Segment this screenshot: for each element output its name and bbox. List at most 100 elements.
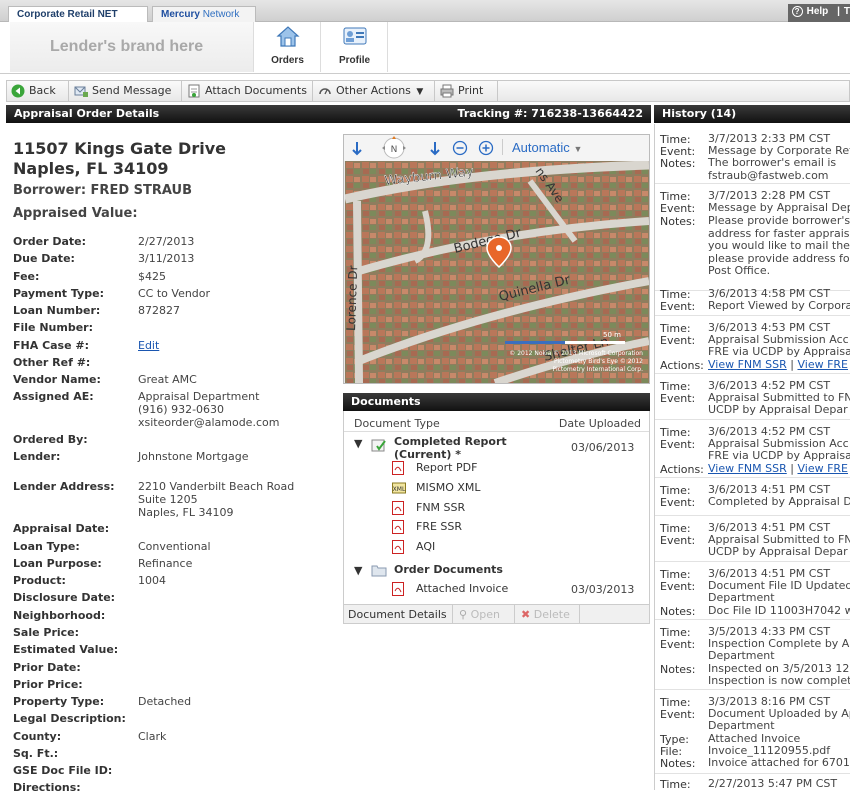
tracking-number: Tracking #: 716238-13664422 [457,107,643,120]
pdf-icon [392,582,404,596]
field-label: Loan Number: [13,304,101,317]
svg-text:N: N [391,145,398,155]
help-extra[interactable]: T [844,6,850,17]
collapse-toggle-icon[interactable]: ▼ [354,437,362,450]
zoom-out-icon[interactable] [452,140,468,156]
map-mode-dropdown[interactable]: Automatic ▼ [512,140,582,155]
open-button[interactable]: ⚲ Open [452,605,512,623]
field-label: Property Type: [13,695,105,708]
nav-orders-button[interactable]: Orders [255,22,321,72]
brand-area: Lender's brand here [10,22,254,72]
field-label: Other Ref #: [13,356,91,369]
folder-icon [371,565,387,577]
action-toolbar: Back Send Message Attach Documents Other… [6,80,850,102]
column-date-uploaded[interactable]: Date Uploaded [559,417,641,430]
zoom-in-icon[interactable] [478,140,494,156]
history-entry: Time: 3/6/2013 4:52 PM CST Event: Appraisa… [655,422,850,478]
history-label: Notes: [660,605,696,618]
doc-item-fre-ssr[interactable]: FRE SSR [392,520,463,534]
appraisal-order-details-header: Appraisal Order Details Tracking #: 7162… [6,105,651,123]
document-details-tab[interactable]: Document Details [348,608,447,621]
rotate-left-icon[interactable] [350,140,364,156]
documents-column-headers: Document Type Date Uploaded [344,414,649,432]
history-label: Event: [660,334,696,347]
nav-profile-button[interactable]: Profile [322,22,388,72]
attach-documents-button[interactable]: Attach Documents [183,81,313,101]
view-fre-link[interactable]: View FRE [797,358,848,371]
field-value: CC to Vendor [138,287,211,300]
completed-report-folder-icon [371,439,386,452]
back-button[interactable]: Back [7,81,69,101]
history-notes: Inspection is now complet [708,674,850,687]
help-link[interactable]: ? Help | T [788,6,850,17]
aerial-map-view[interactable]: Wayburn Way ns Ave Lorence Dr Bodega Dr … [345,161,649,383]
history-event: Message by Appraisal Dep [708,201,850,214]
rotate-right-icon[interactable] [428,140,442,156]
history-event: UCDP by Appraisal Depar [708,545,848,558]
print-button[interactable]: Print [436,81,498,101]
compass-icon[interactable]: N [374,136,414,160]
field-value: Refinance [138,557,193,570]
history-event: FRE via UCDP by Appraisa [708,449,850,462]
map-credits-line-2: Pictometry Bird's Eye © 2012 [554,358,643,365]
history-panel: Time: 3/7/2013 2:33 PM CST Event: Message … [654,124,850,790]
property-address-line-1: 11507 Kings Gate Drive [13,139,226,158]
property-address-line-2: Naples, FL 34109 [13,159,169,178]
history-entry: Time: 3/6/2013 4:53 PM CST Event: Appraisa… [655,318,850,374]
history-header: History (14) [654,105,850,123]
documents-panel: Document Type Date Uploaded ▼ Completed … [343,411,650,606]
history-label: Actions: [660,463,704,476]
svg-text:50 m: 50 m [603,331,621,339]
tab-network-label: Network [202,9,240,20]
field-value: 2/27/2013 [138,235,195,248]
field-label: Lender Address: [13,480,115,493]
history-label: Event: [660,300,696,313]
field-label: Product: [13,574,66,587]
doc-item-fnm-ssr[interactable]: FNM SSR [392,501,465,515]
history-entry: Time: 3/7/2013 2:28 PM CST Event: Message … [655,186,850,291]
history-notes: Post Office. [708,264,771,277]
print-label: Print [458,84,484,97]
history-entry: Time: 3/7/2013 2:33 PM CST Event: Message … [655,130,850,184]
field-value: Conventional [138,540,211,553]
tab-mercury-network[interactable]: Mercury Network [152,6,256,22]
history-label: Event: [660,496,696,509]
field-label: Assigned AE: [13,390,94,403]
doc-item-attached-invoice[interactable]: Attached Invoice [392,582,508,596]
property-map: N Automatic ▼ Wayburn Way ns Ave Lorence… [343,134,650,384]
field-label: Sale Price: [13,626,80,639]
order-documents-group[interactable]: Order Documents [394,563,503,576]
tab-corporate-retail-net[interactable]: Corporate Retail NET [8,6,148,22]
send-message-button[interactable]: Send Message [70,81,182,101]
history-label: Event: [660,638,696,651]
history-time: 2/27/2013 5:47 PM CST [708,777,838,790]
field-label: FHA Case #: [13,339,90,352]
history-notes: Invoice attached for 6701 [708,756,850,769]
field-value: 1004 [138,574,166,587]
appraised-value-label: Appraised Value: [13,206,138,221]
attach-documents-label: Attach Documents [205,84,307,97]
completed-report-label-2: (Current) * [394,448,461,461]
doc-item-mismo-xml[interactable]: XML MISMO XML [392,481,481,494]
history-label: Notes: [660,757,696,770]
field-label: Prior Date: [13,661,81,674]
collapse-toggle-icon[interactable]: ▼ [354,564,362,577]
borrower-name: Borrower: FRED STRAUB [13,183,193,198]
field-label: Order Date: [13,235,87,248]
doc-item-label: FRE SSR [416,520,463,533]
completed-report-group[interactable]: Completed Report (Current) * [394,435,507,461]
view-fnm-ssr-link[interactable]: View FNM SSR [708,358,787,371]
delete-button[interactable]: ✖ Delete [514,605,580,623]
field-label: Payment Type: [13,287,104,300]
history-label: Notes: [660,663,696,676]
view-fnm-ssr-link[interactable]: View FNM SSR [708,462,787,475]
field-label: Lender: [13,450,61,463]
doc-item-aqi[interactable]: AQI [392,540,435,554]
view-fre-link[interactable]: View FRE [797,462,848,475]
edit-fha-link[interactable]: Edit [138,339,328,352]
doc-item-report-pdf[interactable]: Report PDF [392,461,477,475]
map-mode-label: Automatic [512,140,570,155]
other-actions-dropdown[interactable]: Other Actions ▼ [314,81,435,101]
dropdown-caret-icon: ▼ [416,87,424,97]
column-document-type[interactable]: Document Type [354,417,440,430]
